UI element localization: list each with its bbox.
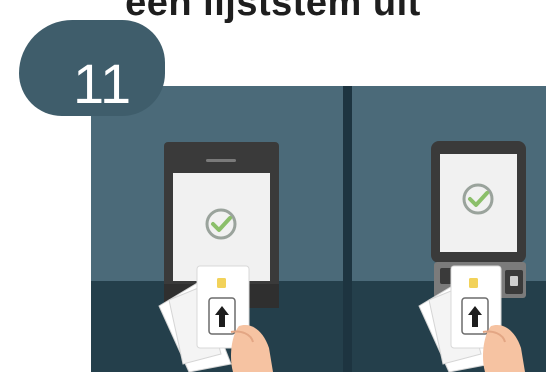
chip-icon — [217, 278, 226, 288]
arrow-up-icon — [208, 297, 236, 335]
step-badge: 11 — [19, 20, 165, 116]
chip-icon — [469, 278, 478, 288]
arrow-up-icon — [461, 297, 489, 335]
step-number: 11 — [73, 52, 132, 115]
divider — [343, 86, 352, 372]
voting-illustration — [91, 86, 546, 372]
illustration — [91, 86, 546, 372]
